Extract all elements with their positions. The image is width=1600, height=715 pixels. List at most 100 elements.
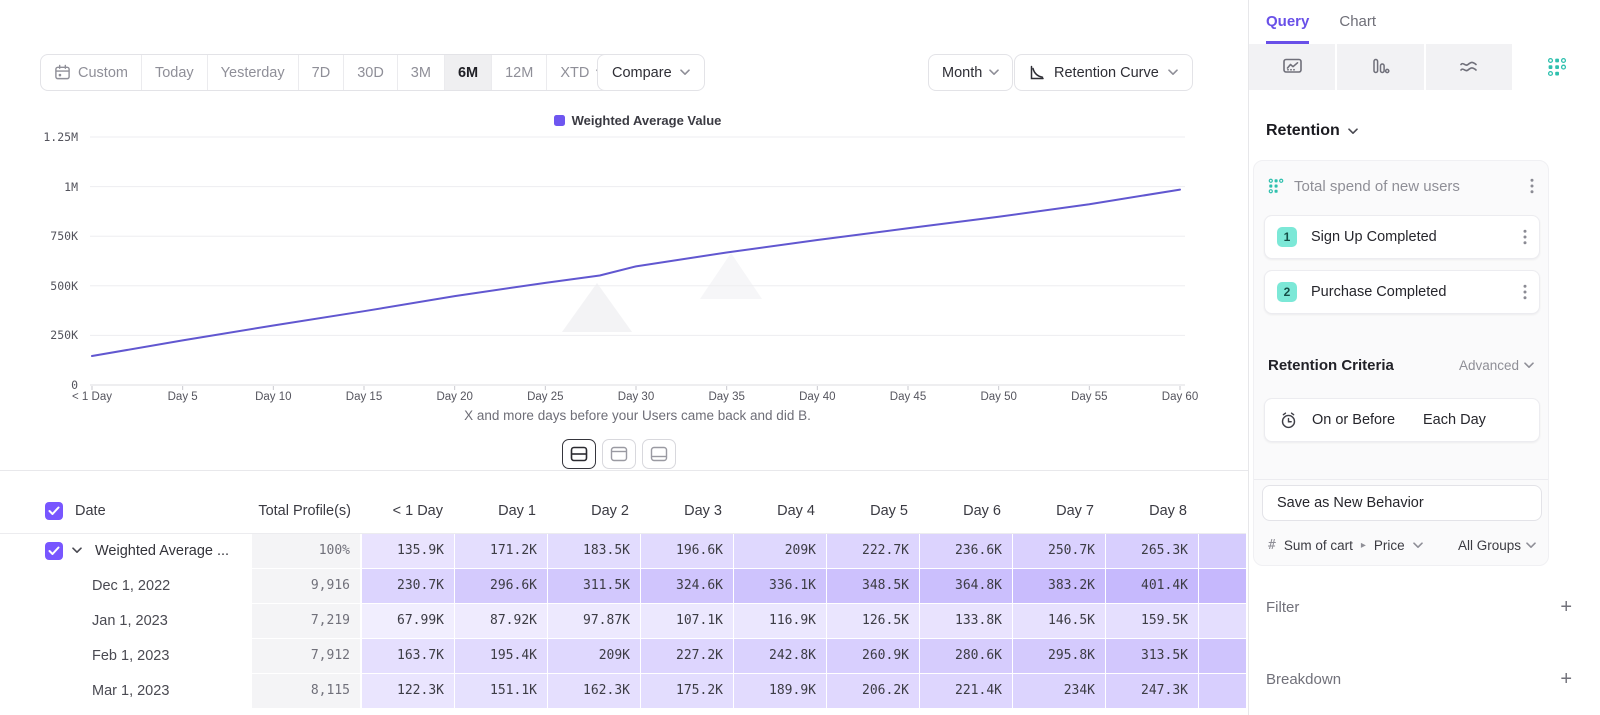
measure-label: Sum of cart: [1284, 538, 1353, 553]
table-row-label: Dec 1, 2022: [92, 578, 170, 594]
row-checkbox[interactable]: [45, 542, 63, 560]
retention-value-cell: 195.4K: [455, 639, 547, 673]
retention-value-cell: 209K: [548, 639, 640, 673]
column-header-day[interactable]: < 1 Day: [361, 503, 453, 519]
column-header-day[interactable]: Day 7: [1012, 503, 1104, 519]
measure-property[interactable]: Price: [1374, 538, 1405, 553]
retention-value-cell: 206.2K: [827, 674, 919, 708]
retention-icon[interactable]: [1514, 44, 1600, 90]
behavior-header[interactable]: Total spend of new users: [1268, 171, 1534, 201]
table-row-label: Feb 1, 2023: [92, 648, 169, 664]
criteria-condition[interactable]: On or Before: [1312, 412, 1395, 428]
kebab-menu-icon[interactable]: [1523, 284, 1527, 300]
retention-value-cell: 221.4K: [920, 674, 1012, 708]
total-profiles-cell: 7,219: [252, 604, 360, 638]
column-header-total-profiles[interactable]: Total Profile(s): [251, 503, 361, 519]
retention-value-cell: 87.92K: [455, 604, 547, 638]
retention-value-cell: 295.8K: [1013, 639, 1105, 673]
retention-value-cell-partial: [1199, 674, 1246, 708]
add-filter-button[interactable]: +: [1560, 596, 1572, 619]
breakdown-label: Breakdown: [1266, 671, 1560, 688]
step-number-badge: 1: [1277, 227, 1297, 247]
measure-row: # Sum of cart ▸ Price All Groups: [1268, 529, 1536, 561]
column-header-day[interactable]: Day 5: [826, 503, 918, 519]
measure-dropdown[interactable]: Sum of cart: [1284, 538, 1353, 553]
kebab-menu-icon[interactable]: [1530, 178, 1534, 194]
retention-report: CustomTodayYesterday7D30D3M6M12MXTD Comp…: [0, 0, 1600, 715]
funnels-icon[interactable]: [1337, 44, 1425, 90]
column-header-date[interactable]: Date: [75, 503, 106, 519]
retention-value-cell: 209K: [734, 534, 826, 568]
retention-criteria-label: Retention Criteria: [1268, 357, 1459, 374]
retention-table: DateTotal Profile(s)< 1 DayDay 1Day 2Day…: [0, 0, 1248, 715]
total-profiles-cell: 8,115: [252, 674, 360, 708]
retention-value-cell: 122.3K: [362, 674, 454, 708]
sidebar-tabs: Query Chart: [1249, 0, 1600, 44]
behavior-panel: Total spend of new users 1 Sign Up Compl…: [1253, 160, 1549, 566]
column-header-day[interactable]: Day 3: [640, 503, 732, 519]
retention-value-cell: 196.6K: [641, 534, 733, 568]
retention-value-cell: 162.3K: [548, 674, 640, 708]
tab-query[interactable]: Query: [1266, 13, 1309, 44]
criteria-card[interactable]: On or Before Each Day: [1264, 398, 1540, 442]
retention-value-cell: 383.2K: [1013, 569, 1105, 603]
retention-value-cell: 265.3K: [1106, 534, 1198, 568]
row-checkbox[interactable]: [45, 502, 63, 520]
filter-label: Filter: [1266, 599, 1560, 616]
report-type-switcher: [1249, 44, 1600, 90]
column-header-day[interactable]: Day 4: [733, 503, 825, 519]
retention-value-cell: 107.1K: [641, 604, 733, 638]
kebab-menu-icon[interactable]: [1523, 229, 1527, 245]
retention-value-cell: 364.8K: [920, 569, 1012, 603]
total-profiles-cell: 7,912: [252, 639, 360, 673]
column-header-day[interactable]: Day 1: [454, 503, 546, 519]
total-profiles-cell: 100%: [252, 534, 360, 568]
retention-value-cell-partial: [1199, 569, 1246, 603]
step-purchase-completed[interactable]: 2 Purchase Completed: [1264, 270, 1540, 314]
criteria-period[interactable]: Each Day: [1423, 412, 1486, 428]
column-header-day[interactable]: Day 8: [1105, 503, 1197, 519]
flows-icon[interactable]: [1426, 44, 1514, 90]
retention-value-cell: 146.5K: [1013, 604, 1105, 638]
retention-value-cell: 401.4K: [1106, 569, 1198, 603]
chevron-down-icon: [1413, 542, 1423, 549]
report-section-title: Retention: [1266, 122, 1340, 140]
divider: [1254, 479, 1548, 480]
retention-value-cell: 222.7K: [827, 534, 919, 568]
retention-value-cell: 163.7K: [362, 639, 454, 673]
step-label: Purchase Completed: [1311, 284, 1509, 300]
column-header-day[interactable]: Day 6: [919, 503, 1011, 519]
retention-value-cell: 67.99K: [362, 604, 454, 638]
retention-value-cell: 311.5K: [548, 569, 640, 603]
all-groups-dropdown[interactable]: All Groups: [1458, 538, 1536, 553]
criteria-mode-dropdown[interactable]: Advanced: [1459, 358, 1534, 373]
retention-criteria-row: Retention Criteria Advanced: [1268, 357, 1534, 374]
table-row-label: Jan 1, 2023: [92, 613, 168, 629]
table-row-label: Mar 1, 2023: [92, 683, 169, 699]
retention-value-cell: 296.6K: [455, 569, 547, 603]
retention-value-cell: 116.9K: [734, 604, 826, 638]
column-header-day[interactable]: Day 2: [547, 503, 639, 519]
retention-value-cell: 336.1K: [734, 569, 826, 603]
report-section-dropdown[interactable]: Retention: [1266, 122, 1600, 140]
step-sign-up-completed[interactable]: 1 Sign Up Completed: [1264, 215, 1540, 259]
retention-value-cell: 227.2K: [641, 639, 733, 673]
save-as-new-behavior-button[interactable]: Save as New Behavior: [1262, 485, 1542, 521]
total-profiles-cell: 9,916: [252, 569, 360, 603]
row-expander-chevron-icon[interactable]: [72, 547, 82, 554]
alarm-clock-icon: [1279, 411, 1298, 430]
all-groups-label: All Groups: [1458, 538, 1521, 553]
retention-value-cell: 151.1K: [455, 674, 547, 708]
retention-value-cell-partial: [1199, 534, 1246, 568]
chevron-down-icon: [1348, 128, 1358, 135]
criteria-mode-label: Advanced: [1459, 358, 1519, 373]
add-breakdown-button[interactable]: +: [1560, 668, 1572, 691]
retention-value-cell: 97.87K: [548, 604, 640, 638]
query-sidebar: Query Chart: [1248, 0, 1600, 715]
insights-icon[interactable]: [1249, 44, 1337, 90]
retention-value-cell: 280.6K: [920, 639, 1012, 673]
table-row-label[interactable]: Weighted Average ...: [95, 543, 229, 559]
tab-chart[interactable]: Chart: [1339, 13, 1376, 44]
retention-value-cell: 135.9K: [362, 534, 454, 568]
retention-value-cell: 313.5K: [1106, 639, 1198, 673]
